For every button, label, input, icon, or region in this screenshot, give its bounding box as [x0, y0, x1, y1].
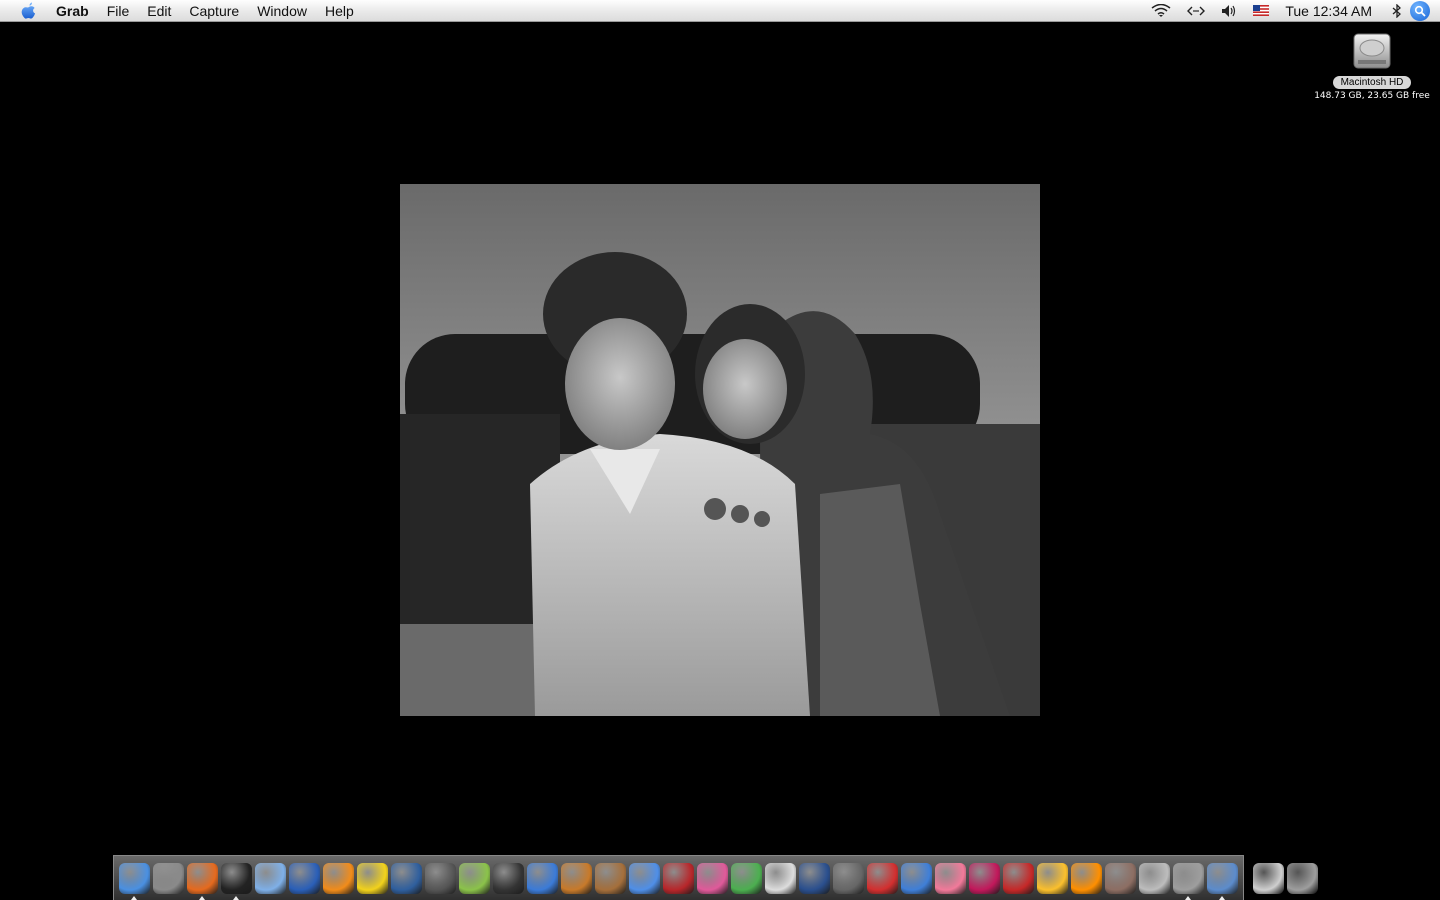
app-bug-icon[interactable] — [832, 862, 864, 894]
comic-life-icon[interactable] — [696, 862, 728, 894]
itunes-icon[interactable] — [254, 862, 286, 894]
dock — [113, 855, 1318, 900]
tribe-icon[interactable] — [1104, 862, 1136, 894]
turbo-icon[interactable] — [1070, 862, 1102, 894]
imovie-icon[interactable] — [526, 862, 558, 894]
menu-window[interactable]: Window — [248, 3, 316, 19]
menu-edit[interactable]: Edit — [138, 3, 180, 19]
app-blue-icon[interactable] — [390, 862, 422, 894]
app-red-icon[interactable] — [662, 862, 694, 894]
garageband-icon[interactable] — [560, 862, 592, 894]
macintosh-hd-desktop-icon[interactable]: Macintosh HD 148.73 GB, 23.65 GB free — [1312, 30, 1432, 101]
app-menu-grab[interactable]: Grab — [50, 3, 98, 19]
hd-label: Macintosh HD — [1332, 76, 1412, 89]
apple-menu-icon[interactable] — [18, 2, 40, 20]
app-gray-icon[interactable] — [424, 862, 456, 894]
wifi-icon[interactable] — [1151, 3, 1171, 18]
game-kid-icon[interactable] — [934, 862, 966, 894]
iphoto-icon[interactable] — [594, 862, 626, 894]
menu-clock[interactable]: Tue 12:34 AM — [1285, 3, 1372, 19]
amazon-icon[interactable] — [492, 862, 524, 894]
dashboard-icon[interactable] — [220, 862, 252, 900]
fetch-ff-icon[interactable] — [288, 862, 320, 894]
spotlight-icon[interactable] — [1410, 0, 1430, 21]
app-doc-icon[interactable] — [1138, 862, 1170, 894]
cyberduck-icon[interactable] — [356, 862, 388, 894]
bluetooth-icon[interactable] — [1392, 3, 1402, 18]
menu-capture[interactable]: Capture — [180, 3, 248, 19]
monopoly-icon[interactable] — [866, 862, 898, 894]
trash-icon[interactable] — [1286, 862, 1318, 894]
menu-file[interactable]: File — [98, 3, 139, 19]
ichat-icon[interactable] — [628, 862, 660, 894]
hd-info: 148.73 GB, 23.65 GB free — [1314, 91, 1430, 101]
downloads-folder-icon[interactable] — [1252, 862, 1284, 894]
hand-icon[interactable] — [730, 862, 762, 894]
app-balls-icon[interactable] — [764, 862, 796, 894]
vlc-icon[interactable] — [322, 862, 354, 894]
network-arrows-icon[interactable] — [1187, 6, 1206, 16]
photo-viewer-image — [400, 184, 1040, 716]
finder-icon[interactable] — [118, 862, 150, 900]
menu-bar: Grab File Edit Capture Window Help Tue 1… — [0, 0, 1440, 22]
grab-icon[interactable] — [1206, 862, 1238, 900]
app-green-icon[interactable] — [458, 862, 490, 894]
preview-icon[interactable] — [152, 862, 184, 894]
app-x-icon[interactable] — [1172, 862, 1204, 900]
bird-icon[interactable] — [1036, 862, 1068, 894]
volume-icon[interactable] — [1221, 4, 1237, 18]
us-flag-input-icon[interactable] — [1253, 5, 1270, 16]
menu-help[interactable]: Help — [316, 3, 363, 19]
hard-drive-icon[interactable] — [1350, 30, 1394, 72]
game-red-icon[interactable] — [1002, 862, 1034, 894]
firefox-icon[interactable] — [186, 862, 218, 900]
flash-icon[interactable] — [798, 862, 830, 894]
cake-mania-icon[interactable] — [968, 862, 1000, 894]
globe-icon[interactable] — [900, 862, 932, 894]
